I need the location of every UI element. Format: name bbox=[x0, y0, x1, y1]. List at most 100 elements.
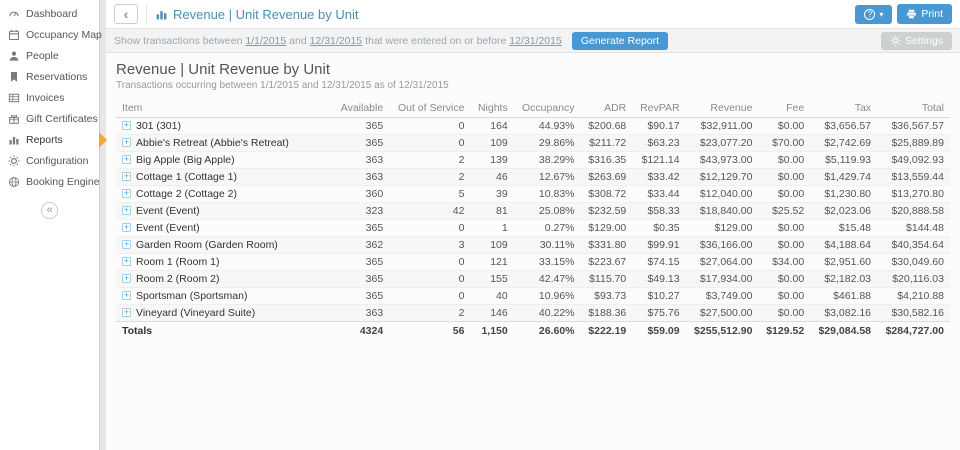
sidebar: Dashboard Occupancy Map People Reservations… bbox=[0, 0, 107, 450]
table-cell: $49,092.93 bbox=[877, 151, 950, 169]
expand-row-icon[interactable]: + bbox=[122, 257, 131, 266]
sidebar-item-occupancy-map[interactable]: Occupancy Map bbox=[0, 24, 102, 45]
table-cell: $20,116.03 bbox=[877, 270, 950, 288]
table-cell: $27,064.00 bbox=[685, 253, 759, 271]
sidebar-item-reports[interactable]: Reports bbox=[0, 129, 107, 150]
expand-row-icon[interactable]: + bbox=[122, 291, 131, 300]
expand-row-icon[interactable]: + bbox=[122, 155, 131, 164]
entered-date-link[interactable]: 12/31/2015 bbox=[509, 35, 562, 47]
table-cell: 5 bbox=[389, 185, 471, 203]
gauge-icon bbox=[7, 7, 20, 20]
row-item-label: Cottage 2 (Cottage 2) bbox=[136, 188, 237, 200]
table-cell: $99.91 bbox=[632, 236, 686, 254]
settings-button[interactable]: Settings bbox=[881, 31, 952, 50]
row-item-label: Sportsman (Sportsman) bbox=[136, 290, 248, 302]
table-cell: $3,082.16 bbox=[810, 304, 878, 322]
help-button[interactable]: ? ▾ bbox=[855, 4, 893, 24]
sidebar-item-configuration[interactable]: Configuration bbox=[0, 150, 99, 171]
table-cell: 44.93% bbox=[513, 117, 581, 135]
row-item-label: Room 1 (Room 1) bbox=[136, 256, 220, 268]
bar-chart-icon bbox=[7, 133, 20, 146]
end-date-link[interactable]: 12/31/2015 bbox=[310, 35, 363, 47]
table-cell: 25.08% bbox=[513, 202, 581, 220]
expand-row-icon[interactable]: + bbox=[122, 138, 131, 147]
table-cell: 0 bbox=[389, 117, 471, 135]
table-cell: 164 bbox=[470, 117, 514, 135]
table-cell: 39 bbox=[470, 185, 514, 203]
report-table: Item Available Out of Service Nights Occupan… bbox=[116, 99, 950, 340]
sidebar-item-booking-engine[interactable]: Booking Engine bbox=[0, 171, 100, 192]
sidebar-item-gift-certificates[interactable]: Gift Certificates bbox=[0, 108, 99, 129]
column-header-revpar: RevPAR bbox=[632, 99, 686, 118]
column-header-out-of-service: Out of Service bbox=[389, 99, 471, 118]
filter-text-conjunction: and bbox=[289, 34, 307, 47]
table-cell: $144.48 bbox=[877, 219, 950, 237]
totals-cell: 4324 bbox=[332, 321, 390, 340]
table-cell: 362 bbox=[332, 236, 390, 254]
back-button[interactable]: ‹ bbox=[114, 4, 138, 24]
table-cell: $316.35 bbox=[580, 151, 633, 169]
table-cell: $34.00 bbox=[758, 253, 811, 271]
sidebar-item-reservations[interactable]: Reservations bbox=[0, 66, 99, 87]
totals-cell: $59.09 bbox=[632, 321, 686, 340]
sidebar-item-label: Occupancy Map bbox=[26, 28, 102, 41]
expand-row-icon[interactable]: + bbox=[122, 240, 131, 249]
table-cell: $13,559.44 bbox=[877, 168, 950, 186]
table-cell: $5,119.93 bbox=[810, 151, 878, 169]
expand-row-icon[interactable]: + bbox=[122, 274, 131, 283]
expand-row-icon[interactable]: + bbox=[122, 121, 131, 130]
table-cell: 363 bbox=[332, 151, 390, 169]
gear-icon bbox=[7, 154, 20, 167]
table-cell: 0 bbox=[389, 134, 471, 152]
print-label: Print bbox=[921, 8, 943, 20]
table-cell: 29.86% bbox=[513, 134, 581, 152]
totals-cell: $284,727.00 bbox=[877, 321, 950, 340]
sidebar-item-label: Invoices bbox=[26, 91, 65, 104]
row-item-cell: + Garden Room (Garden Room) bbox=[116, 236, 333, 254]
table-cell: $0.00 bbox=[758, 168, 811, 186]
table-cell: 1 bbox=[470, 219, 514, 237]
expand-row-icon[interactable]: + bbox=[122, 308, 131, 317]
table-cell: $200.68 bbox=[580, 117, 633, 135]
expand-row-icon[interactable]: + bbox=[122, 172, 131, 181]
generate-report-button[interactable]: Generate Report bbox=[571, 31, 669, 50]
table-cell: 3 bbox=[389, 236, 471, 254]
expand-row-icon[interactable]: + bbox=[122, 189, 131, 198]
sidebar-item-label: Reservations bbox=[26, 70, 88, 83]
active-item-indicator bbox=[99, 131, 107, 148]
table-cell: $4,210.88 bbox=[877, 287, 950, 305]
table-cell: 40.22% bbox=[513, 304, 581, 322]
totals-cell: 26.60% bbox=[513, 321, 581, 340]
table-cell: 365 bbox=[332, 117, 390, 135]
table-cell: 121 bbox=[470, 253, 514, 271]
totals-label: Totals bbox=[116, 321, 333, 340]
table-cell: $3,749.00 bbox=[685, 287, 759, 305]
table-cell: $331.80 bbox=[580, 236, 633, 254]
table-cell: $27,500.00 bbox=[685, 304, 759, 322]
expand-row-icon[interactable]: + bbox=[122, 223, 131, 232]
start-date-link[interactable]: 1/1/2015 bbox=[245, 35, 286, 47]
table-cell: 146 bbox=[470, 304, 514, 322]
row-item-cell: + Cottage 2 (Cottage 2) bbox=[116, 185, 333, 203]
help-icon: ? bbox=[864, 8, 876, 20]
table-cell: $10.27 bbox=[632, 287, 686, 305]
table-cell: $0.00 bbox=[758, 117, 811, 135]
table-cell: $129.00 bbox=[580, 219, 633, 237]
sidebar-collapse-button[interactable]: « bbox=[41, 202, 58, 219]
sidebar-item-invoices[interactable]: Invoices bbox=[0, 87, 99, 108]
sidebar-item-dashboard[interactable]: Dashboard bbox=[0, 3, 99, 24]
totals-cell: 1,150 bbox=[470, 321, 514, 340]
table-row: +301 (301) 365 0 164 44.93% $200.68 $90.17 $32,… bbox=[116, 117, 950, 135]
filter-bar: Show transactions between 1/1/2015 and 1… bbox=[106, 29, 960, 53]
table-cell: $4,188.64 bbox=[810, 236, 878, 254]
row-item-cell: + Room 1 (Room 1) bbox=[116, 253, 333, 271]
expand-row-icon[interactable]: + bbox=[122, 206, 131, 215]
print-button[interactable]: Print bbox=[897, 4, 952, 24]
table-cell: 365 bbox=[332, 134, 390, 152]
sidebar-item-people[interactable]: People bbox=[0, 45, 99, 66]
table-cell: $223.67 bbox=[580, 253, 633, 271]
table-cell: $0.00 bbox=[758, 236, 811, 254]
table-cell: 0 bbox=[389, 287, 471, 305]
table-cell: $13,270.80 bbox=[877, 185, 950, 203]
table-row: + Room 2 (Room 2) 365 0 155 42.47% $115.70 $49.… bbox=[116, 270, 950, 288]
